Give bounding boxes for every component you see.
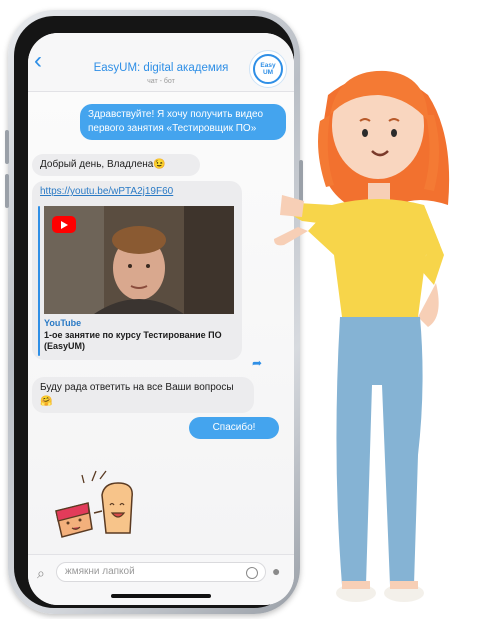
preview-accent-bar: [38, 206, 40, 356]
girl-character-illustration: [274, 70, 450, 602]
volume-down-button: [5, 174, 9, 208]
volume-up-button: [5, 130, 9, 164]
attach-icon[interactable]: ⌕: [37, 565, 45, 582]
outgoing-message: Здравствуйте! Я хочу получить видео перв…: [80, 104, 286, 140]
outgoing-message: Спасибо!: [189, 417, 279, 439]
incoming-message: Буду рада ответить на все Ваши вопросы 🤗: [32, 377, 254, 413]
sandwich-sticker[interactable]: [48, 467, 148, 542]
input-placeholder: жмякни лапкой: [65, 566, 135, 577]
home-indicator: [111, 594, 211, 598]
link-preview[interactable]: YouTube 1-ое занятие по курсу Тестирован…: [32, 203, 242, 360]
chat-messages: Здравствуйте! Я хочу получить видео перв…: [28, 92, 294, 554]
message-input[interactable]: жмякни лапкой: [56, 562, 266, 582]
chat-header: ‹ EasyUM: digital академия чат - бот Eas…: [28, 33, 294, 92]
link-message: https://youtu.be/wPTA2j19F60: [32, 181, 242, 203]
preview-source: YouTube: [44, 318, 82, 328]
youtube-play-icon[interactable]: [52, 216, 76, 233]
incoming-message: Добрый день, Владлена😉: [32, 154, 200, 176]
share-icon[interactable]: ➦: [252, 356, 262, 370]
message-input-bar: ⌕ жмякни лапкой ●: [28, 554, 294, 605]
chat-screen: ‹ EasyUM: digital академия чат - бот Eas…: [28, 33, 294, 605]
preview-description: 1-ое занятие по курсу Тестирование ПО (E…: [44, 330, 222, 351]
sticker-icon[interactable]: [246, 567, 258, 579]
video-thumbnail[interactable]: [44, 206, 234, 314]
youtube-link[interactable]: https://youtu.be/wPTA2j19F60: [40, 186, 173, 197]
phone-frame: ‹ EasyUM: digital академия чат - бот Eas…: [5, 10, 303, 614]
